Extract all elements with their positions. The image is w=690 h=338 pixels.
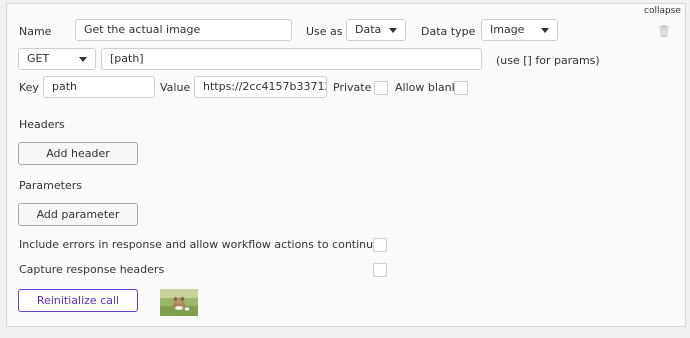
key-label: Key [19,81,39,94]
add-parameter-button[interactable]: Add parameter [18,203,138,226]
data-type-select[interactable]: Image [481,19,558,41]
add-header-button[interactable]: Add header [18,142,138,165]
value-label: Value [160,81,191,94]
data-type-label: Data type [421,25,476,38]
method-select[interactable]: GET [18,48,96,70]
parameters-title: Parameters [19,179,82,192]
chevron-down-icon [541,28,549,33]
collapse-link[interactable]: collapse [644,6,681,16]
include-errors-label: Include errors in response and allow wor… [19,238,380,251]
trash-icon[interactable] [659,25,669,40]
params-hint: (use [] for params) [496,54,600,67]
value-input[interactable]: https://2cc4157b33712afe [194,76,327,98]
allow-blank-checkbox[interactable] [454,81,468,95]
capture-headers-label: Capture response headers [19,263,165,276]
private-label: Private [333,81,372,94]
response-image-thumbnail [160,289,198,316]
use-as-select[interactable]: Data [346,19,406,41]
url-input[interactable]: [path] [101,48,482,70]
headers-title: Headers [19,118,65,131]
key-input[interactable]: path [43,76,155,98]
include-errors-checkbox[interactable] [373,238,387,252]
api-call-panel: collapse Name Get the actual image Use a… [6,3,686,327]
data-type-value: Image [490,23,525,36]
chevron-down-icon [389,28,397,33]
reinitialize-call-button[interactable]: Reinitialize call [18,289,138,312]
use-as-value: Data [355,23,382,36]
name-label: Name [19,25,52,38]
chevron-down-icon [79,57,87,62]
capture-headers-checkbox[interactable] [373,263,387,277]
private-checkbox[interactable] [374,81,388,95]
name-input[interactable]: Get the actual image [75,19,292,41]
use-as-label: Use as [306,25,343,38]
method-value: GET [27,52,50,65]
allow-blank-label: Allow blank [395,81,458,94]
